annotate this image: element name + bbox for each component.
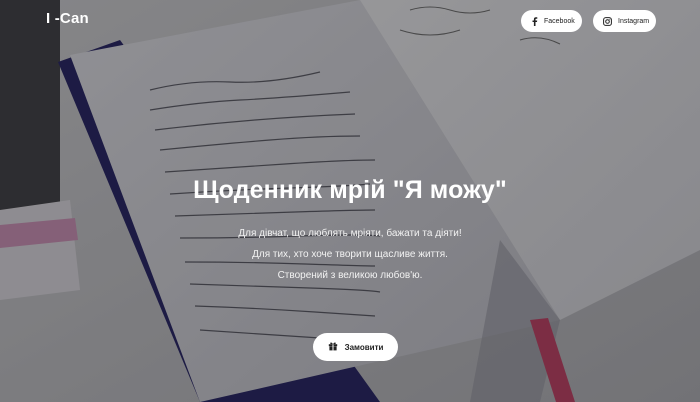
facebook-label: Facebook (544, 17, 575, 25)
page-title: Щоденник мрій "Я можу" (193, 176, 507, 204)
tagline-line-3: Створений з великою любов'ю. (277, 270, 423, 281)
instagram-button[interactable]: Instagram (593, 10, 656, 32)
hero-section: I -Can Facebook Instagram Щоденник мрій … (0, 0, 700, 402)
order-button[interactable]: Замовити (313, 333, 398, 361)
tagline-line-1: Для дівчат, що люблять мріяти, бажати та… (238, 228, 462, 239)
logo[interactable]: I -Can (46, 10, 89, 27)
gift-box-icon (328, 341, 338, 353)
instagram-icon (603, 16, 612, 26)
tagline-line-2: Для тих, хто хоче творити щасливе життя. (252, 249, 448, 260)
facebook-icon (531, 16, 538, 26)
facebook-button[interactable]: Facebook (521, 10, 582, 32)
order-button-label: Замовити (344, 342, 384, 352)
instagram-label: Instagram (618, 17, 650, 25)
